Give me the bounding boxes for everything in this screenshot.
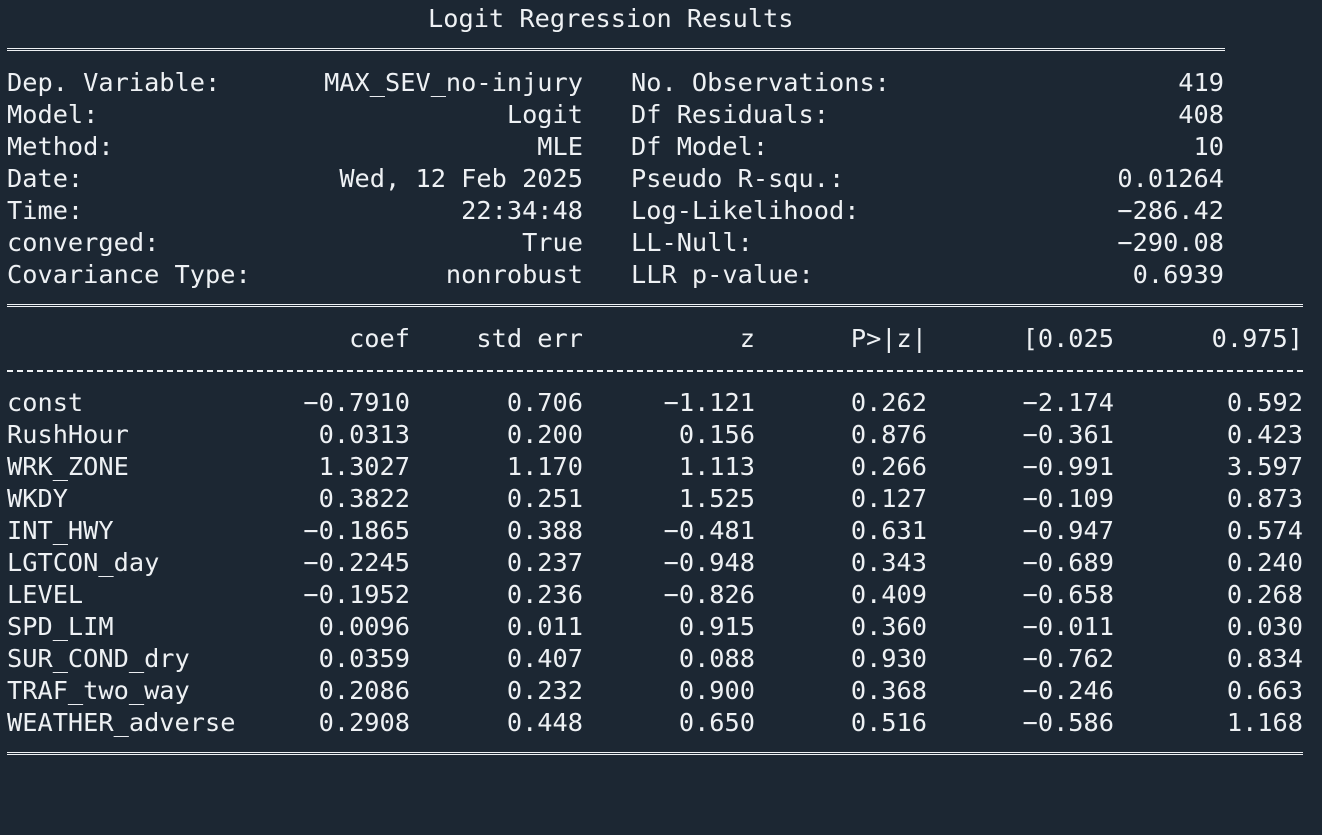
double-divider	[7, 304, 1303, 311]
table-row: SPD_LIM 0.0096 0.011 0.915 0.360 −0.011 0.030	[7, 611, 1317, 643]
summary-value: −290.08	[1117, 228, 1224, 257]
cell-ci-high: 0.834	[1226, 644, 1303, 673]
table-top-divider-row	[7, 291, 1317, 323]
double-divider	[7, 48, 1225, 55]
summary-row: Model: Logit Df Residuals: 408	[7, 99, 1317, 131]
header-ci-high: 0.975]	[1211, 324, 1303, 353]
cell-ci-high: 0.592	[1226, 388, 1303, 417]
table-bottom-divider-row	[7, 739, 1317, 771]
table-row: WRK_ZONE 1.3027 1.170 1.113 0.266 −0.991 3.597	[7, 451, 1317, 483]
summary-value: 419	[1178, 68, 1224, 97]
results-title: Logit Regression Results	[428, 4, 794, 33]
summary-row: Time: 22:34:48 Log-Likelihood: −286.42	[7, 195, 1317, 227]
summary-value: −286.42	[1117, 196, 1224, 225]
table-row: WEATHER_adverse 0.2908 0.448 0.650 0.516 −0.5…	[7, 707, 1317, 739]
summary-row: Covariance Type: nonrobust LLR p-value: 0.6…	[7, 259, 1317, 291]
summary-row: Method: MLE Df Model: 10	[7, 131, 1317, 163]
cell-ci-high: 3.597	[1226, 452, 1303, 481]
summary-value: 0.01264	[1117, 164, 1224, 193]
cell-ci-high: 0.268	[1226, 580, 1303, 609]
table-row: TRAF_two_way 0.2086 0.232 0.900 0.368 −0.246 0…	[7, 675, 1317, 707]
table-row: const −0.7910 0.706 −1.121 0.262 −2.174 0.592	[7, 387, 1317, 419]
summary-value: 408	[1178, 100, 1224, 129]
model-summary: Dep. Variable: MAX_SEV_no-injury No. Obser…	[7, 67, 1317, 291]
cell-ci-high: 0.873	[1226, 484, 1303, 513]
summary-row: Date: Wed, 12 Feb 2025 Pseudo R-squ.: 0.012…	[7, 163, 1317, 195]
coef-table-body: const −0.7910 0.706 −1.121 0.262 −2.174 0.592 R…	[7, 387, 1317, 739]
table-row: SUR_COND_dry 0.0359 0.407 0.088 0.930 −0.762 0…	[7, 643, 1317, 675]
summary-row: converged: True LL-Null: −290.08	[7, 227, 1317, 259]
dashed-divider	[7, 370, 1303, 372]
summary-value: 0.6939	[1132, 260, 1224, 289]
double-divider	[7, 752, 1303, 759]
table-row: LGTCON_day −0.2245 0.237 −0.948 0.343 −0.689 0…	[7, 547, 1317, 579]
table-header-divider-row	[7, 355, 1317, 387]
cell-ci-high: 1.168	[1226, 708, 1303, 737]
summary-value: 10	[1193, 132, 1224, 161]
top-divider-row	[7, 35, 1317, 67]
cell-ci-high: 0.574	[1226, 516, 1303, 545]
terminal-output: Logit Regression Results Dep. Variable: M…	[7, 3, 1317, 771]
title-row: Logit Regression Results	[7, 3, 1317, 35]
cell-ci-high: 0.423	[1226, 420, 1303, 449]
table-row: INT_HWY −0.1865 0.388 −0.481 0.631 −0.947 0.57…	[7, 515, 1317, 547]
coef-table-header: coef std err z P>|z| [0.025 0.975]	[7, 323, 1317, 355]
cell-ci-high: 0.240	[1226, 548, 1303, 577]
cell-ci-high: 0.030	[1226, 612, 1303, 641]
table-row: LEVEL −0.1952 0.236 −0.826 0.409 −0.658 0.268	[7, 579, 1317, 611]
cell-ci-high: 0.663	[1226, 676, 1303, 705]
summary-row: Dep. Variable: MAX_SEV_no-injury No. Obser…	[7, 67, 1317, 99]
table-row: RushHour 0.0313 0.200 0.156 0.876 −0.361 0.423	[7, 419, 1317, 451]
table-row: WKDY 0.3822 0.251 1.525 0.127 −0.109 0.873	[7, 483, 1317, 515]
